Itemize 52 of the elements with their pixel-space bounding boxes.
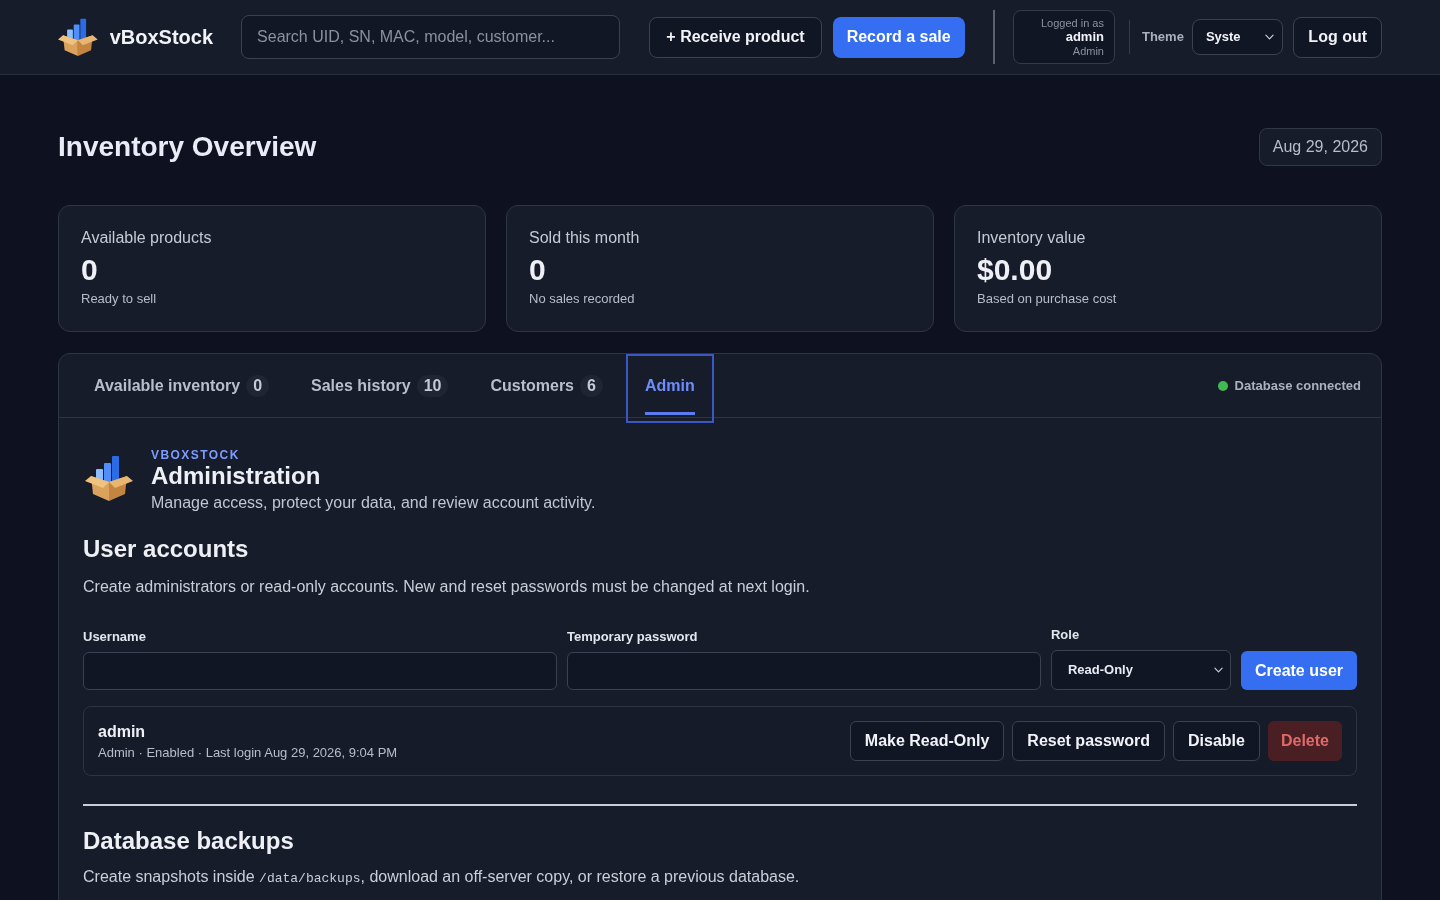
page-title: Inventory Overview <box>58 130 317 164</box>
search-field[interactable]: Search UID, SN, MAC, model, customer... <box>241 15 621 59</box>
receive-product-button[interactable]: + Receive product <box>649 16 822 58</box>
stat-value: 0 <box>529 252 546 288</box>
session-role: Admin <box>1072 44 1104 58</box>
section-heading: Database backups <box>83 826 294 856</box>
stat-value: $0.00 <box>977 252 1053 288</box>
stat-label: Sold this month <box>529 228 641 248</box>
session-username: admin <box>1065 30 1104 44</box>
theme-select[interactable]: Syste <box>1191 19 1284 55</box>
stat-note: No sales recorded <box>529 291 635 307</box>
section-description: Create administrators or read-only accounts. New and reset passwords must be changed at next login. <box>83 577 810 597</box>
stat-value: 0 <box>81 252 98 288</box>
count-badge: 10 <box>416 375 449 397</box>
section-heading: User accounts <box>83 534 249 564</box>
role-select[interactable]: Read-Only <box>1050 650 1231 690</box>
stat-label: Inventory value <box>977 228 1087 248</box>
session-caption: Logged in as <box>1041 16 1104 30</box>
stat-note: Ready to sell <box>81 291 157 307</box>
tab[interactable]: Admin <box>625 354 714 423</box>
tab[interactable]: Available inventory 0 <box>75 354 289 423</box>
box-chart-logo-icon <box>85 455 133 501</box>
record-sale-button[interactable]: Record a sale <box>832 16 965 58</box>
date-badge: Aug 29, 2026 <box>1258 128 1382 166</box>
box-chart-logo-icon <box>58 18 98 56</box>
action-button[interactable]: Make Read-Only <box>849 721 1005 761</box>
status-label: Database connected <box>1234 376 1361 395</box>
brand-name: vBoxStock <box>109 25 214 50</box>
field-label: Temporary password <box>566 629 698 645</box>
password-field[interactable] <box>566 652 1041 690</box>
action-button[interactable]: Disable <box>1173 721 1260 761</box>
input-field[interactable] <box>83 652 557 690</box>
action-button[interactable]: Reset password <box>1012 721 1166 761</box>
tab[interactable]: Customers 6 <box>471 354 622 423</box>
user-name: admin <box>98 721 146 742</box>
section-subtitle: Manage access, protect your data, and review account activity. <box>151 493 596 513</box>
field-label: Role <box>1050 627 1080 643</box>
tab[interactable]: Sales history 10 <box>292 354 468 423</box>
stat-label: Available products <box>81 228 213 248</box>
field-label: Username <box>83 629 146 645</box>
logout-button[interactable]: Log out <box>1293 16 1382 58</box>
eyebrow-label: VBOXSTOCK <box>151 448 240 462</box>
user-meta: Admin · Enabled · Last login Aug 29, 2026, 9:04 PM <box>98 744 398 761</box>
chevron-down-icon <box>1265 34 1275 40</box>
create-user-button[interactable]: Create user <box>1240 651 1357 690</box>
delete-button[interactable]: Delete <box>1267 721 1342 761</box>
theme-label: Theme <box>1142 28 1184 47</box>
section-title: Administration <box>151 462 321 490</box>
chevron-down-icon <box>1213 667 1223 673</box>
count-badge: 0 <box>246 375 270 397</box>
count-badge: 6 <box>580 375 603 397</box>
stat-note: Based on purchase cost <box>977 291 1117 307</box>
